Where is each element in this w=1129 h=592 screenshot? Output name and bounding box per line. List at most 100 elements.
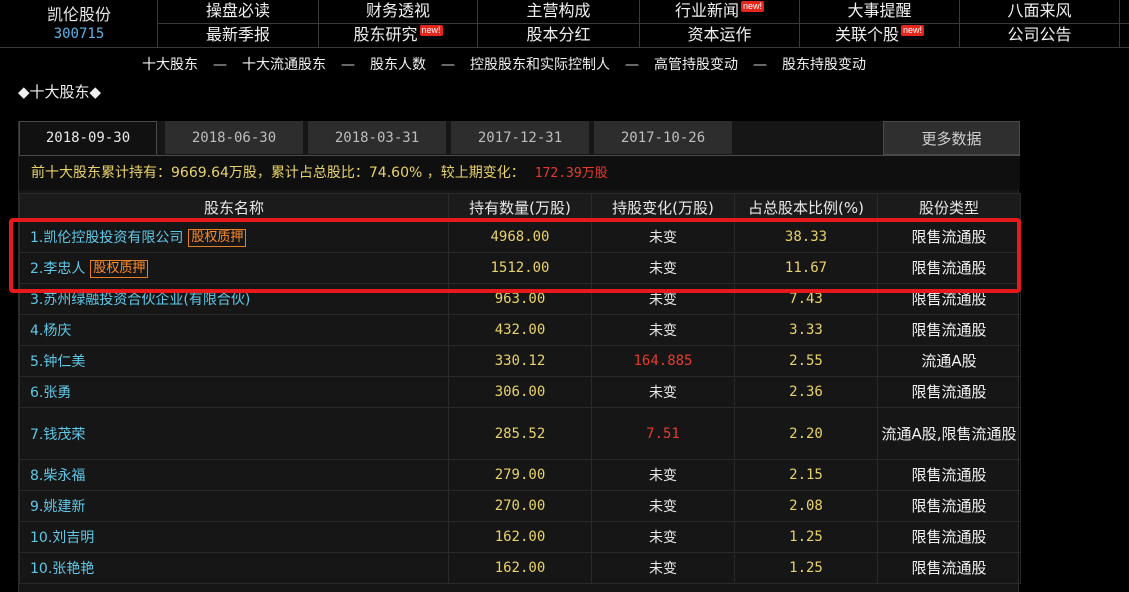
shareholders-table: 股东名称 持有数量(万股) 持股变化(万股) 占总股本比例(%) 股份类型 1.…: [19, 193, 1021, 584]
change-cell: 未变: [591, 376, 735, 408]
table-row: 3.苏州绿融投资合伙企业(有限合伙) 963.00 未变 7.43 限售流通股: [19, 283, 1021, 315]
share-type-cell: 流通A股: [877, 345, 1021, 377]
table-row: 5.钟仁美 330.12 164.885 2.55 流通A股: [19, 345, 1021, 377]
ratio-cell: 2.36: [734, 376, 878, 408]
subnav-link-controller[interactable]: 控股股东和实际控制人: [470, 54, 610, 74]
holder-name-link[interactable]: 3.苏州绿融投资合伙企业(有限合伙): [30, 292, 250, 308]
stock-info: 凯伦股份 300715: [0, 0, 158, 48]
holding-cell: 270.00: [448, 490, 592, 522]
more-data-button[interactable]: 更多数据: [883, 121, 1020, 155]
ratio-cell: 1.25: [734, 552, 878, 584]
holder-name-cell: 8.柴永福: [19, 459, 449, 491]
share-type-cell: 限售流通股: [877, 314, 1021, 346]
nav-item[interactable]: 八面来风: [960, 0, 1120, 24]
summary-bar: 前十大股东累计持有：9669.64万股，累计占总股比：74.60% ，较上期变化…: [19, 155, 1020, 190]
holder-name-link[interactable]: 10.张艳艳: [30, 561, 94, 577]
nav-item[interactable]: 财务透视: [319, 0, 478, 24]
holder-name-cell: 4.杨庆: [19, 314, 449, 346]
holding-cell: 162.00: [448, 552, 592, 584]
tab-date[interactable]: 2018-06-30: [165, 121, 303, 154]
nav-item[interactable]: 关联个股 new!: [800, 24, 960, 48]
change-cell: 未变: [591, 221, 735, 253]
table-row: 8.柴永福 279.00 未变 2.15 限售流通股: [19, 459, 1021, 491]
pledge-badge[interactable]: 股权质押: [90, 260, 149, 278]
change-cell: 未变: [591, 552, 735, 584]
subnav-link-holder-change[interactable]: 股东持股变动: [782, 54, 866, 74]
holding-cell: 1512.00: [448, 252, 592, 284]
nav-item[interactable]: 股东研究 new!: [319, 24, 478, 48]
nav-item-label: 操盘必读: [205, 1, 270, 20]
ratio-cell: 38.33: [734, 221, 878, 253]
ratio-cell: 3.33: [734, 314, 878, 346]
nav-item[interactable]: 大事提醒: [800, 0, 960, 24]
tab-date[interactable]: 2017-10-26: [594, 121, 732, 154]
header-holder-name: 股东名称: [19, 193, 449, 222]
nav-item[interactable]: 操盘必读: [158, 0, 319, 24]
nav-item[interactable]: 资本运作: [640, 24, 800, 48]
nav-item[interactable]: 公司公告: [960, 24, 1120, 48]
nav-item-label: 主营构成: [526, 1, 591, 20]
date-tabs: 2018-09-30 2018-06-30 2018-03-31 2017-12…: [19, 121, 1020, 155]
tab-date[interactable]: 2018-03-31: [308, 121, 446, 154]
holder-name-link[interactable]: 5.钟仁美: [30, 354, 85, 370]
holder-name-link[interactable]: 2.李忠人: [30, 261, 85, 277]
sub-navigation: 十大股东 — 十大流通股东 — 股东人数 — 控股股东和实际控制人 — 高管持股变动 — 股东持股变…: [142, 54, 866, 74]
holder-name-cell: 10.张艳艳: [19, 552, 449, 584]
holder-name-cell: 1.凯伦控股投资有限公司 股权质押: [19, 221, 449, 253]
subnav-separator: —: [213, 57, 227, 73]
share-type-cell: 限售流通股: [877, 283, 1021, 315]
change-cell: 未变: [591, 314, 735, 346]
new-badge: new!: [419, 25, 443, 36]
holder-name-cell: 3.苏州绿融投资合伙企业(有限合伙): [19, 283, 449, 315]
subnav-link-top10[interactable]: 十大股东: [142, 54, 198, 74]
share-type-cell: 限售流通股: [877, 221, 1021, 253]
subnav-link-top10-float[interactable]: 十大流通股东: [242, 54, 326, 74]
share-type-cell: 限售流通股: [877, 376, 1021, 408]
holding-cell: 285.52: [448, 407, 592, 460]
ratio-cell: 2.20: [734, 407, 878, 460]
holder-name-link[interactable]: 8.柴永福: [30, 468, 85, 484]
tab-date[interactable]: 2017-12-31: [451, 121, 589, 154]
nav-item-label: 大事提醒: [847, 1, 912, 20]
share-type-cell: 限售流通股: [877, 252, 1021, 284]
holding-cell: 432.00: [448, 314, 592, 346]
nav-item[interactable]: 最新季报: [158, 24, 319, 48]
table-row: 10.张艳艳 162.00 未变 1.25 限售流通股: [19, 552, 1021, 584]
table-row: 1.凯伦控股投资有限公司 股权质押 4968.00 未变 38.33 限售流通股: [19, 221, 1021, 253]
subnav-link-exec-change[interactable]: 高管持股变动: [654, 54, 738, 74]
change-cell: 未变: [591, 521, 735, 553]
pledge-badge[interactable]: 股权质押: [188, 229, 247, 247]
nav-item[interactable]: 股本分红: [478, 24, 640, 48]
holder-name-cell: 2.李忠人 股权质押: [19, 252, 449, 284]
tab-date[interactable]: 2018-09-30: [19, 121, 157, 155]
share-type-cell: 限售流通股: [877, 490, 1021, 522]
holder-name-cell: 5.钟仁美: [19, 345, 449, 377]
new-badge: new!: [741, 1, 765, 12]
nav-item[interactable]: 行业新闻 new!: [640, 0, 800, 24]
summary-change: 172.39万股: [534, 166, 608, 181]
holder-name-cell: 6.张勇: [19, 376, 449, 408]
subnav-link-holder-count[interactable]: 股东人数: [370, 54, 426, 74]
table-row: 9.姚建新 270.00 未变 2.08 限售流通股: [19, 490, 1021, 522]
nav-item-label: 股本分红: [526, 25, 591, 44]
stock-name[interactable]: 凯伦股份: [0, 1, 158, 25]
holder-name-link[interactable]: 10.刘吉明: [30, 530, 94, 546]
share-type-cell: 限售流通股: [877, 552, 1021, 584]
subnav-separator: —: [625, 57, 639, 73]
subnav-separator: —: [753, 57, 767, 73]
holder-name-link[interactable]: 4.杨庆: [30, 323, 71, 339]
table-row: 6.张勇 306.00 未变 2.36 限售流通股: [19, 376, 1021, 408]
holder-name-link[interactable]: 1.凯伦控股投资有限公司: [30, 230, 183, 246]
holder-name-link[interactable]: 6.张勇: [30, 385, 71, 401]
header-change: 持股变化(万股): [591, 193, 735, 222]
holder-name-link[interactable]: 7.钱茂荣: [30, 427, 85, 443]
nav-item[interactable]: 主营构成: [478, 0, 640, 24]
nav-spacer: [1120, 24, 1129, 48]
section-title: ◆十大股东◆: [18, 83, 102, 101]
change-cell: 7.51: [591, 407, 735, 460]
holding-cell: 162.00: [448, 521, 592, 553]
ratio-cell: 7.43: [734, 283, 878, 315]
share-type-cell: 限售流通股: [877, 521, 1021, 553]
nav-item-label: 行业新闻: [674, 1, 739, 20]
holder-name-link[interactable]: 9.姚建新: [30, 499, 85, 515]
